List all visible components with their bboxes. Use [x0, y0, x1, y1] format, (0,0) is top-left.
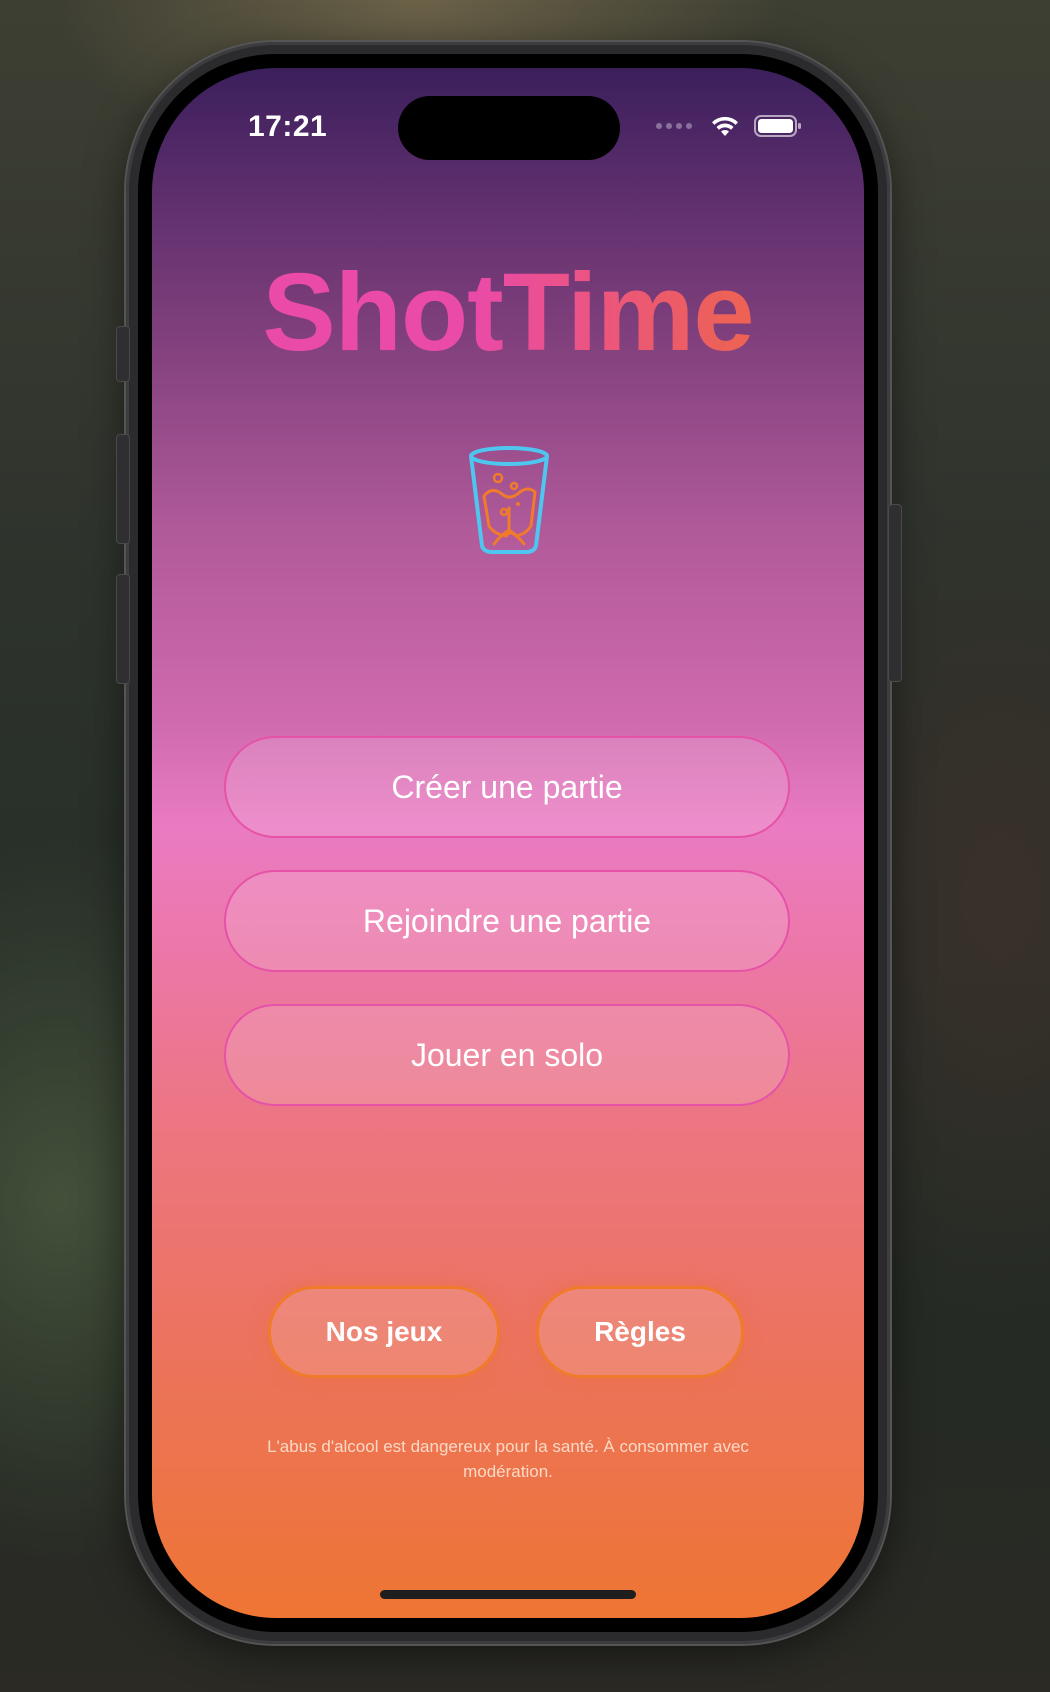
- join-game-button[interactable]: Rejoindre une partie: [224, 870, 790, 972]
- app-title: ShotTime: [152, 258, 864, 368]
- home-indicator[interactable]: [380, 1590, 636, 1599]
- alcohol-disclaimer: L'abus d'alcool est dangereux pour la sa…: [267, 1437, 749, 1481]
- status-icons: [656, 114, 802, 138]
- wifi-icon: [712, 116, 738, 136]
- create-game-button[interactable]: Créer une partie: [224, 736, 790, 838]
- cellular-signal-icon: [656, 123, 692, 129]
- rules-button[interactable]: Règles: [536, 1286, 744, 1378]
- shot-glass-icon: [469, 446, 549, 554]
- power-button: [888, 504, 902, 682]
- volume-down-button: [116, 574, 130, 684]
- app-screen: 17:21 ShotTime Créer une partie Rejoindr…: [152, 68, 864, 1618]
- battery-icon: [754, 115, 801, 137]
- play-solo-button[interactable]: Jouer en solo: [224, 1004, 790, 1106]
- volume-up-button: [116, 434, 130, 544]
- status-time: 17:21: [248, 110, 328, 143]
- our-games-button[interactable]: Nos jeux: [268, 1286, 500, 1378]
- action-button: [116, 326, 130, 382]
- dynamic-island: [398, 96, 620, 160]
